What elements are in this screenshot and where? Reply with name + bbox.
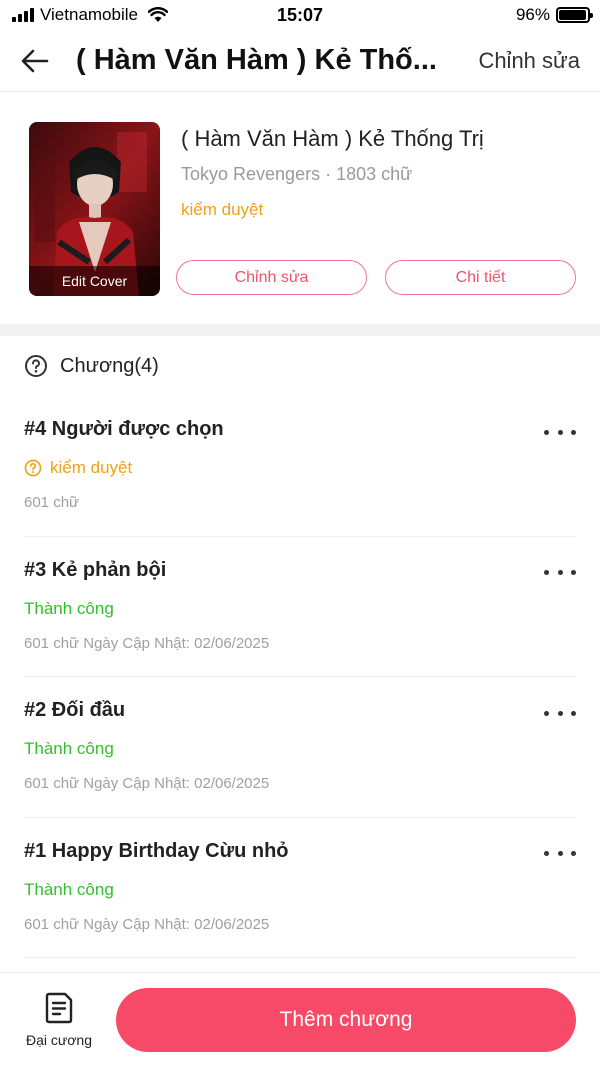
- book-header: Edit Cover ( Hàm Văn Hàm ) Kẻ Thống Trị …: [0, 92, 600, 324]
- edit-button[interactable]: Chỉnh sửa: [176, 260, 367, 295]
- chapter-status-label: kiểm duyệt: [50, 458, 133, 477]
- nav-bar: ( Hàm Văn Hàm ) Kẻ Thố... Chỉnh sửa: [0, 30, 600, 92]
- question-circle-icon: [24, 459, 42, 477]
- chapter-title: #2 Đối đầu: [24, 699, 126, 721]
- outline-label: Đại cương: [25, 1032, 93, 1048]
- chapter-item-3[interactable]: #3 Kẻ phản bội Thành công 601 chữ Ngày C…: [24, 537, 576, 677]
- more-options-icon[interactable]: [544, 424, 576, 440]
- page-title: ( Hàm Văn Hàm ) Kẻ Thố...: [76, 44, 437, 76]
- question-circle-icon[interactable]: [24, 354, 48, 378]
- signal-icon: [12, 8, 34, 22]
- chapter-item-1[interactable]: #1 Happy Birthday Cừu nhỏ Thành công 601…: [24, 818, 576, 958]
- arrow-left-icon: [21, 49, 49, 72]
- chapter-info: 601 chữ: [24, 494, 80, 511]
- chapter-item-4[interactable]: #4 Người được chọn kiểm duyệt 601 chữ: [24, 396, 576, 537]
- chapter-count: Chương(4): [60, 354, 159, 377]
- book-title: ( Hàm Văn Hàm ) Kẻ Thống Trị: [181, 126, 484, 151]
- wifi-icon: [147, 7, 168, 22]
- more-options-icon[interactable]: [544, 846, 576, 862]
- battery-fill: [559, 10, 586, 20]
- section-divider: [0, 324, 600, 336]
- carrier-name: Vietnamobile: [40, 5, 138, 24]
- add-chapter-button[interactable]: Thêm chương: [116, 988, 576, 1052]
- book-info: ( Hàm Văn Hàm ) Kẻ Thống Trị Tokyo Reven…: [176, 122, 577, 324]
- chapter-title: #1 Happy Birthday Cừu nhỏ: [24, 839, 289, 862]
- bottom-bar: Đại cương Thêm chương: [0, 972, 600, 1067]
- battery-icon: [556, 7, 593, 23]
- chapter-status: Thành công: [24, 879, 114, 899]
- status-right: 96%: [515, 0, 593, 30]
- detail-button[interactable]: Chi tiết: [385, 260, 576, 295]
- more-options-icon[interactable]: [544, 705, 576, 721]
- chapter-status: Thành công: [24, 598, 114, 618]
- edit-work-button[interactable]: Chỉnh sửa: [478, 48, 600, 74]
- edit-cover-label: Edit Cover: [29, 266, 160, 296]
- chapter-list: #4 Người được chọn kiểm duyệt 601 chữ #3…: [24, 396, 576, 958]
- chapter-info: 601 chữ Ngày Cập Nhật: 02/06/2025: [24, 775, 270, 792]
- back-button[interactable]: [0, 30, 70, 92]
- more-options-icon[interactable]: [544, 565, 576, 581]
- chapter-status: Thành công: [24, 739, 114, 758]
- book-meta: Tokyo Revengers · 1803 chữ: [181, 164, 413, 184]
- outline-tab[interactable]: Đại cương: [0, 973, 118, 1067]
- chapter-info: 601 chữ Ngày Cập Nhật: 02/06/2025: [24, 634, 270, 652]
- status-bar: Vietnamobile 15:07 96%: [0, 0, 600, 30]
- book-actions: Chỉnh sửa Chi tiết: [176, 260, 577, 295]
- chapter-item-2[interactable]: #2 Đối đầu Thành công 601 chữ Ngày Cập N…: [24, 677, 576, 818]
- book-status: kiểm duyệt: [181, 200, 264, 219]
- chapter-status: kiểm duyệt: [24, 458, 576, 478]
- chapter-title: #3 Kẻ phản bội: [24, 558, 167, 581]
- document-icon: [45, 992, 73, 1024]
- book-cover[interactable]: Edit Cover: [29, 122, 160, 296]
- chapter-title: #4 Người được chọn: [24, 418, 224, 440]
- status-left: Vietnamobile: [12, 5, 212, 25]
- battery-percent: 96%: [515, 5, 550, 24]
- chapter-info: 601 chữ Ngày Cập Nhật: 02/06/2025: [24, 915, 270, 933]
- chapter-header: Chương(4): [0, 336, 600, 396]
